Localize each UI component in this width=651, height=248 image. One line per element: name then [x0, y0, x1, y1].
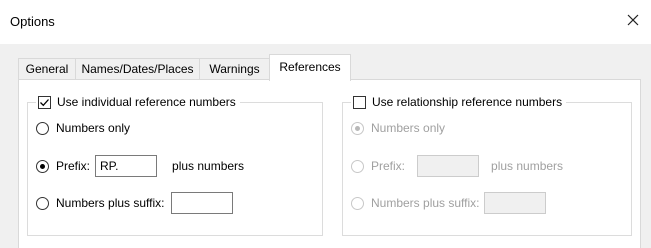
individual-suffix-label: Numbers plus suffix:	[56, 196, 165, 210]
individual-checkbox-label: Use individual reference numbers	[57, 95, 236, 109]
individual-group: Use individual reference numbers Numbers…	[27, 94, 323, 236]
individual-numbers-only-label: Numbers only	[56, 121, 131, 135]
individual-prefix-option[interactable]: Prefix: RP. plus numbers	[36, 154, 244, 178]
relationship-prefix-input[interactable]	[417, 155, 480, 177]
tab-names-dates-places[interactable]: Names/Dates/Places	[75, 58, 200, 79]
relationship-suffix-input[interactable]	[483, 192, 546, 214]
relationship-numbers-only-option[interactable]: Numbers only	[351, 116, 445, 140]
tab-references[interactable]: References	[269, 54, 351, 81]
relationship-prefix-option[interactable]: Prefix: plus numbers	[351, 154, 563, 178]
individual-prefix-radio[interactable]	[36, 159, 49, 173]
individual-prefix-label: Prefix:	[56, 159, 91, 173]
relationship-group: Use relationship reference numbers Numbe…	[342, 94, 632, 236]
window-title: Options	[10, 14, 55, 29]
tab-general[interactable]: General	[18, 58, 76, 79]
relationship-prefix-radio[interactable]	[351, 159, 364, 173]
title-bar: Options	[0, 0, 651, 44]
relationship-plus-numbers-label: plus numbers	[491, 159, 564, 173]
individual-prefix-input[interactable]: RP.	[95, 155, 158, 177]
dialog-body: General Names/Dates/Places Warnings Refe…	[0, 44, 651, 248]
relationship-numbers-only-radio[interactable]	[351, 121, 364, 135]
individual-suffix-input[interactable]	[170, 192, 233, 214]
relationship-legend: Use relationship reference numbers	[351, 94, 567, 110]
relationship-checkbox[interactable]	[353, 95, 366, 109]
relationship-suffix-option[interactable]: Numbers plus suffix:	[351, 191, 546, 215]
relationship-suffix-label: Numbers plus suffix:	[371, 196, 480, 210]
tab-label: Names/Dates/Places	[81, 62, 194, 76]
relationship-numbers-only-label: Numbers only	[371, 121, 446, 135]
individual-numbers-only-radio[interactable]	[36, 121, 49, 135]
tab-label: General	[25, 62, 69, 76]
individual-numbers-only-option[interactable]: Numbers only	[36, 116, 130, 140]
checkmark-icon	[40, 98, 49, 106]
relationship-prefix-label: Prefix:	[371, 159, 406, 173]
close-icon[interactable]	[623, 10, 643, 30]
tab-warnings[interactable]: Warnings	[199, 58, 270, 79]
individual-plus-numbers-label: plus numbers	[172, 159, 245, 173]
tab-label: References	[279, 60, 341, 74]
individual-checkbox[interactable]	[38, 95, 51, 109]
individual-legend: Use individual reference numbers	[36, 94, 240, 110]
relationship-checkbox-label: Use relationship reference numbers	[372, 95, 563, 109]
relationship-suffix-radio[interactable]	[351, 196, 364, 210]
individual-suffix-radio[interactable]	[36, 196, 49, 210]
tab-label: Warnings	[209, 62, 260, 76]
individual-suffix-option[interactable]: Numbers plus suffix:	[36, 191, 233, 215]
references-page: Use individual reference numbers Numbers…	[18, 79, 641, 248]
